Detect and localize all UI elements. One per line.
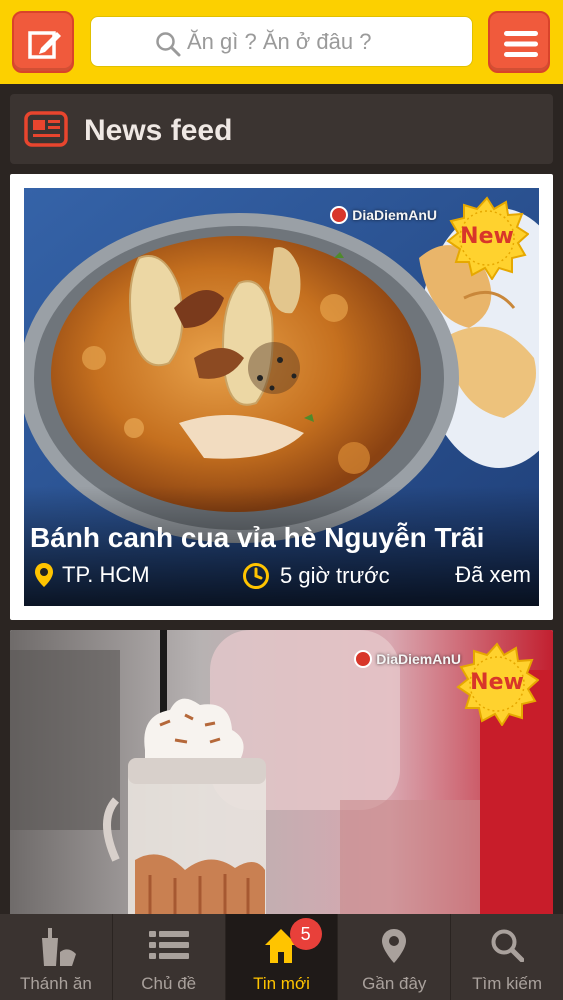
watermark-logo-icon [330,206,349,224]
watermark-text: DiaDiemAnU [352,207,437,223]
watermark-text: DiaDiemAnU [376,651,461,667]
search-input[interactable]: Ăn gì ? Ăn ở đâu ? [90,16,473,67]
post-location-text: TP. HCM [62,562,150,587]
notification-count-badge: 5 [289,918,322,950]
post-time-text: 5 giờ trước [280,563,390,588]
hamburger-menu-icon [504,31,538,57]
tab-label: Gần đây [362,974,427,993]
edit-icon [28,31,61,59]
tab-tim-kiem[interactable]: Tìm kiếm [451,914,563,1000]
tab-label: Tìm kiếm [472,974,543,993]
post-time: 5 giờ trước [242,562,390,590]
new-badge-label: New [460,224,514,249]
post-status: Đã xem [455,562,531,587]
menu-button[interactable] [488,11,550,73]
tab-chu-de[interactable]: Chủ đề [113,914,226,1000]
watermark: DiaDiemAnU [330,206,437,224]
location-pin-icon [35,563,53,587]
tab-gan-day[interactable]: Gần đây [338,914,452,1000]
search-placeholder: Ăn gì ? Ăn ở đâu ? [187,29,372,54]
watermark-logo-icon [354,650,373,668]
newspaper-icon [24,111,68,147]
new-badge: New [455,642,540,727]
post-image: DiaDiemAnU New Bánh canh cua vỉa hè Nguy… [24,188,539,606]
post-location: TP. HCM [34,562,150,588]
bottom-tab-bar: Thánh ăn Chủ đề 5 Tin mới Gần đây Tìm ki… [0,914,563,1000]
tab-label: Thánh ăn [19,974,92,993]
search-icon [156,32,181,57]
tab-thanh-an[interactable]: Thánh ăn [0,914,113,1000]
post-title[interactable]: Bánh canh cua vỉa hè Nguyễn Trãi [30,522,484,554]
clock-icon [243,563,269,589]
list-icon [148,931,189,959]
tab-label: Tin mới [253,974,310,993]
search-icon [491,929,525,962]
write-review-button[interactable] [12,11,74,73]
section-title: News feed [84,114,233,147]
news-feed-content[interactable]: News feed DiaDiemAnU New Bánh canh cua v… [0,84,563,914]
post-card[interactable]: DiaDiemAnU New [10,630,553,914]
tab-tin-moi[interactable]: 5 Tin mới [225,914,339,1000]
post-meta: TP. HCM 5 giờ trước Đã xem [34,562,531,592]
section-header: News feed [10,94,553,164]
drink-icon [41,928,76,966]
tab-label: Chủ đề [141,974,197,993]
post-card[interactable]: DiaDiemAnU New Bánh canh cua vỉa hè Nguy… [10,174,553,620]
location-pin-icon [382,929,407,963]
top-bar: Ăn gì ? Ăn ở đâu ? [0,0,563,84]
watermark: DiaDiemAnU [354,650,461,668]
new-badge: New [445,196,530,281]
post-image: DiaDiemAnU New [10,630,553,914]
new-badge-label: New [470,670,524,695]
